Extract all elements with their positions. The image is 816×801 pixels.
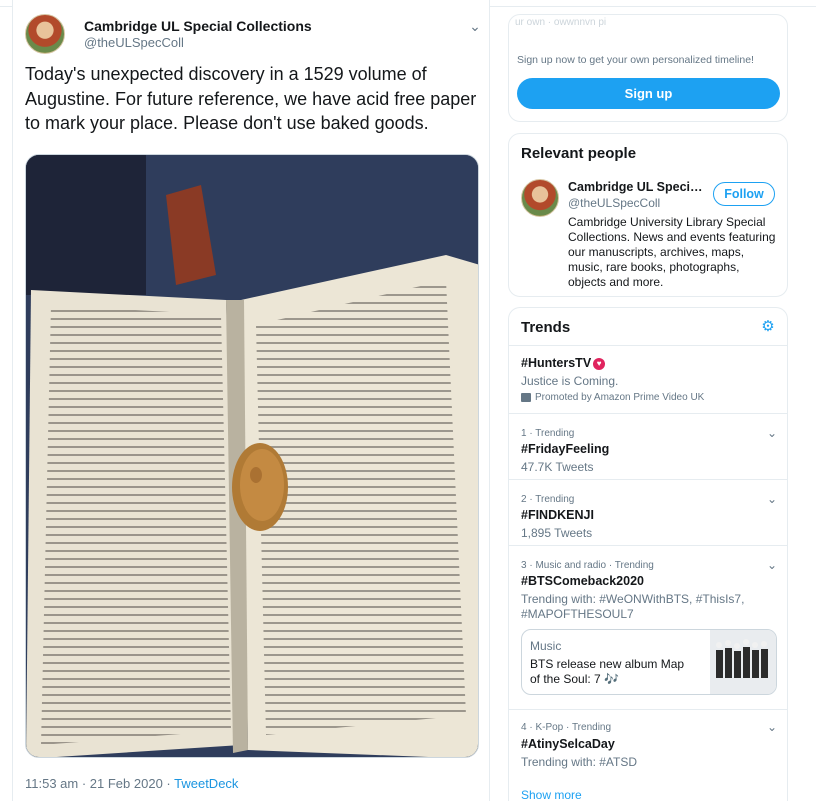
- relevant-people-title: Relevant people: [521, 145, 637, 162]
- signup-note: Sign up now to get your own personalized…: [517, 54, 754, 66]
- author-avatar[interactable]: [25, 14, 65, 54]
- trends-card: Trends ⚙ #HuntersTV ♥ Justice is Coming. …: [508, 307, 788, 801]
- tweet-text: Today's unexpected discovery in a 1529 v…: [25, 64, 477, 133]
- relevant-avatar[interactable]: [521, 179, 559, 217]
- news-text: BTS release new album Map of the Soul: 7…: [530, 657, 685, 686]
- source-app-link[interactable]: TweetDeck: [174, 776, 238, 791]
- tweet-column: Cambridge UL Special Collections @theULS…: [12, 0, 490, 801]
- chevron-down-icon[interactable]: ⌄: [767, 558, 777, 572]
- relevant-handle[interactable]: @theULSpecColl: [568, 196, 660, 210]
- news-thumbnail: [710, 630, 776, 694]
- trend-sub: Trending with: #ATSD: [521, 755, 638, 769]
- trend-sub: Trending with: #WeONWithBTS, #ThisIs7, #…: [521, 592, 745, 621]
- tweet-header: Cambridge UL Special Collections @theULS…: [25, 14, 485, 58]
- trend-sub: 1,895 Tweets: [521, 526, 593, 540]
- author-handle[interactable]: @theULSpecColl: [84, 35, 184, 50]
- trend-name: #AtinySelcaDay: [521, 737, 615, 751]
- chevron-down-icon[interactable]: ⌄: [767, 720, 777, 734]
- trend-name: #BTSComeback2020: [521, 574, 644, 588]
- promoted-line: Promoted by Amazon Prime Video UK: [521, 392, 704, 403]
- signup-faded-header: ur own · owwnnvn pi: [515, 17, 607, 28]
- trend-name: #FridayFeeling: [521, 442, 610, 456]
- relevant-people-card: Relevant people Cambridge UL Special... …: [508, 133, 788, 297]
- trend-meta: 3 · Music and radio · Trending: [521, 560, 654, 571]
- trend-meta: 2 · Trending: [521, 494, 575, 505]
- tweet-photo[interactable]: [25, 154, 479, 758]
- book-photo: [26, 155, 478, 757]
- follow-button[interactable]: Follow: [713, 182, 775, 206]
- news-card[interactable]: Music BTS release new album Map of the S…: [521, 629, 777, 695]
- author-display-name[interactable]: Cambridge UL Special Collections: [84, 18, 312, 34]
- show-more-link[interactable]: Show more: [521, 788, 582, 801]
- trends-title: Trends: [521, 319, 571, 336]
- trend-item[interactable]: 3 · Music and radio · Trending ⌄ #BTSCom…: [509, 545, 787, 709]
- news-label: Music: [530, 639, 562, 653]
- page: Cambridge UL Special Collections @theULS…: [0, 0, 816, 801]
- trend-name: #HuntersTV ♥: [521, 356, 606, 370]
- tweet-timestamp: 11:53 am · 21 Feb 2020 · TweetDeck: [25, 776, 238, 791]
- relevant-bio: Cambridge University Library Special Col…: [568, 215, 776, 289]
- trend-sub: Justice is Coming.: [521, 374, 619, 388]
- trend-meta: 1 · Trending: [521, 428, 575, 439]
- chevron-down-icon[interactable]: ⌄: [767, 426, 777, 440]
- chevron-down-icon[interactable]: ⌄: [767, 492, 777, 506]
- promoted-badge-icon: ♥: [593, 357, 606, 370]
- timestamp-text[interactable]: 11:53 am · 21 Feb 2020 ·: [25, 776, 174, 791]
- trend-name: #FINDKENJI: [521, 508, 594, 522]
- trend-meta: 4 · K-Pop · Trending: [521, 722, 612, 733]
- chevron-down-icon[interactable]: ⌄: [465, 16, 485, 36]
- gear-icon[interactable]: ⚙: [759, 318, 777, 336]
- trend-sub: 47.7K Tweets: [521, 460, 594, 474]
- trend-item[interactable]: 2 · Trending ⌄ #FINDKENJI 1,895 Tweets: [509, 479, 787, 545]
- trend-item[interactable]: 4 · K-Pop · Trending ⌄ #AtinySelcaDay Tr…: [509, 709, 787, 775]
- signup-card: ur own · owwnnvn pi Sign up now to get y…: [508, 14, 788, 122]
- trend-item[interactable]: #HuntersTV ♥ Justice is Coming. Promoted …: [509, 345, 787, 413]
- trend-item[interactable]: 1 · Trending ⌄ #FridayFeeling 47.7K Twee…: [509, 413, 787, 479]
- signup-button[interactable]: Sign up: [517, 78, 780, 109]
- relevant-name[interactable]: Cambridge UL Special...: [568, 180, 708, 194]
- promoted-icon: [521, 392, 531, 402]
